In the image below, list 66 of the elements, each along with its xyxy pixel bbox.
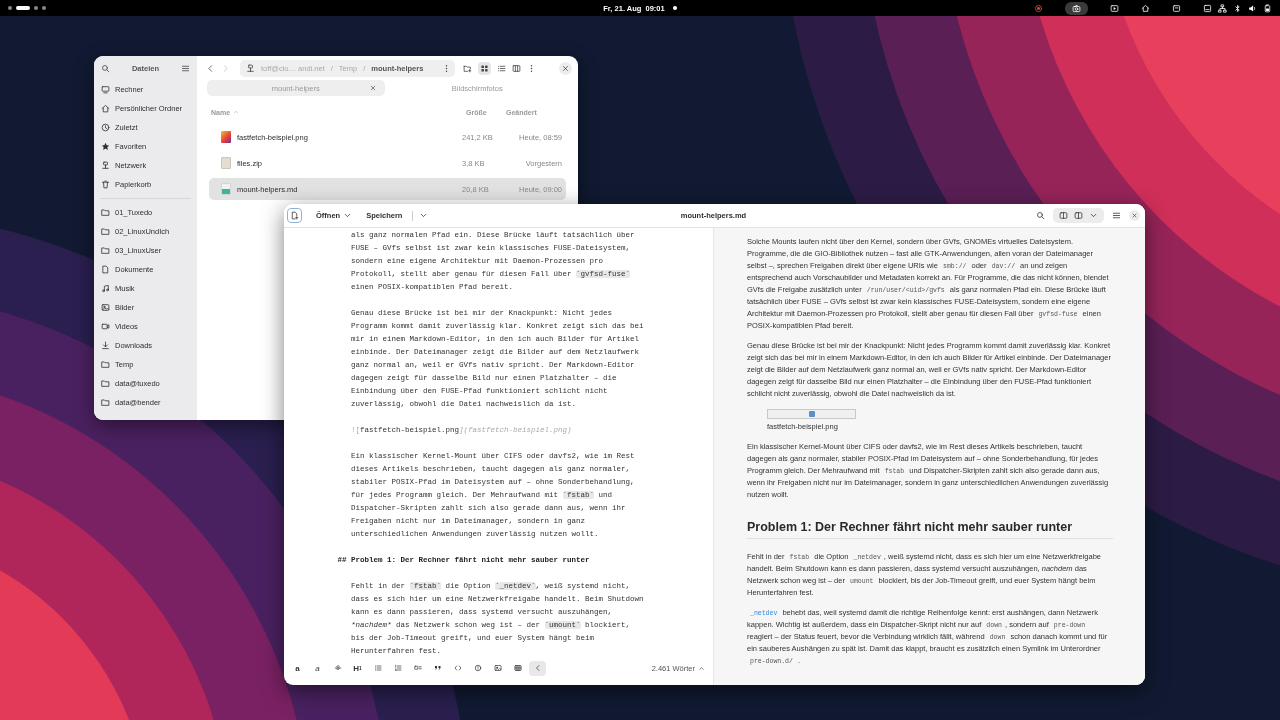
search-icon[interactable] [101, 63, 110, 73]
star-icon [101, 142, 110, 151]
list-icon[interactable] [497, 63, 506, 73]
folder-icon [101, 379, 110, 388]
folder-plus-icon[interactable] [463, 63, 472, 73]
trash-icon [101, 180, 110, 189]
image-file-icon [221, 131, 231, 143]
back-icon[interactable] [206, 63, 215, 73]
box-icon[interactable] [1172, 3, 1181, 13]
play-icon[interactable] [1110, 3, 1119, 13]
workspace-indicator[interactable] [16, 6, 30, 10]
camera-icon[interactable] [1072, 3, 1081, 13]
columns-icon[interactable] [512, 63, 521, 73]
clock-icon [101, 123, 110, 132]
folder-icon [101, 360, 110, 369]
caret-icon [343, 211, 353, 220]
network-icon [101, 161, 110, 170]
record-icon[interactable] [1034, 3, 1043, 13]
workspace-indicator[interactable] [34, 6, 38, 10]
folder-icon [101, 246, 110, 255]
notification-dot [672, 6, 677, 10]
close-icon[interactable] [368, 84, 377, 92]
tray-icon[interactable] [1203, 3, 1212, 13]
caret-icon[interactable] [1089, 211, 1098, 220]
task-list-icon [413, 664, 422, 672]
circle-icon [473, 664, 482, 672]
home-icon [101, 104, 110, 113]
computer-icon [101, 85, 110, 94]
music-icon [101, 284, 110, 293]
video-icon [101, 322, 110, 331]
menu-icon[interactable] [181, 63, 190, 73]
text-file-icon [221, 183, 231, 195]
menu-icon[interactable] [1112, 211, 1121, 220]
house-icon[interactable] [1141, 3, 1150, 13]
image-icon [493, 664, 502, 672]
image-icon [101, 303, 110, 312]
workspace-indicator[interactable] [42, 6, 46, 10]
screenshot-button[interactable] [1065, 1, 1088, 15]
split-view-icon[interactable] [1059, 211, 1068, 220]
network-icon[interactable] [1218, 3, 1227, 13]
caret-icon [698, 664, 705, 672]
quote-icon [433, 664, 442, 672]
italic-button[interactable]: a [309, 660, 326, 676]
split-view-icon[interactable] [1074, 211, 1083, 220]
battery-icon[interactable] [1263, 3, 1272, 13]
table-icon [513, 664, 522, 672]
section-heading: Problem 1: Der Rechner fährt nicht mehr sauber runter [747, 519, 1113, 539]
folder-icon [101, 398, 110, 407]
bold-button[interactable]: a [289, 660, 306, 676]
bluetooth-icon[interactable] [1233, 3, 1242, 13]
download-icon [101, 341, 110, 350]
archive-file-icon [221, 157, 231, 169]
view-switcher[interactable] [1053, 208, 1104, 223]
folder-icon [101, 208, 110, 217]
strikethrough-icon [333, 664, 342, 672]
broken-image-icon [808, 411, 815, 417]
search-icon[interactable] [1036, 211, 1045, 220]
chevron-left-icon [533, 664, 542, 672]
caret-icon[interactable] [419, 211, 429, 220]
code-icon [453, 664, 462, 672]
workspace-indicator[interactable] [8, 6, 12, 10]
numbered-list-icon [393, 664, 402, 672]
document-icon [101, 265, 110, 274]
folder-icon [101, 227, 110, 236]
volume-icon[interactable] [1248, 3, 1257, 13]
network-icon [246, 63, 255, 73]
